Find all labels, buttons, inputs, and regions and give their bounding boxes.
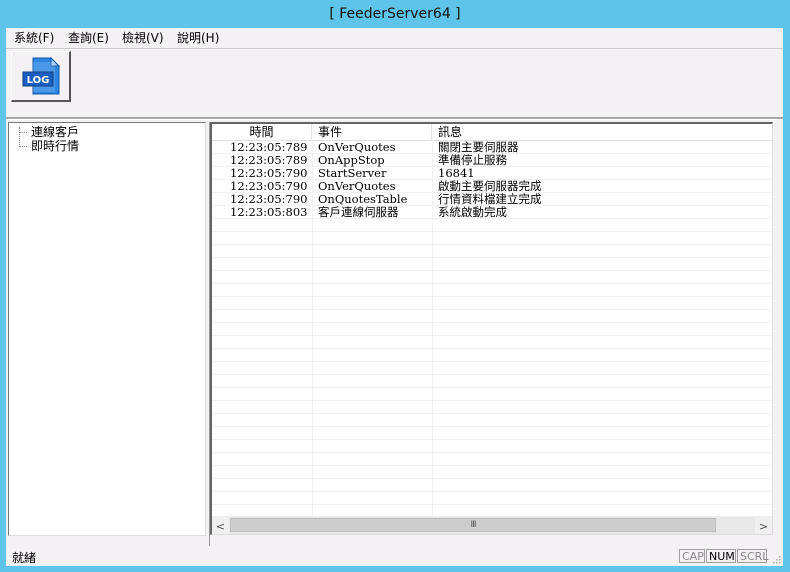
menu-bar: 系統(F) 查詢(E) 檢視(V) 說明(H) <box>6 28 783 48</box>
event-list[interactable]: 時間 事件 訊息 12:23:05:789 OnVerQuotes 關閉主要伺服… <box>210 122 773 535</box>
column-divider <box>312 141 313 517</box>
cell-message: 系統啟動完成 <box>438 205 507 219</box>
tree-connector <box>19 132 27 133</box>
menu-system[interactable]: 系統(F) <box>12 30 56 46</box>
empty-row <box>212 323 772 336</box>
list-body: 12:23:05:789 OnVerQuotes 關閉主要伺服器 12:23:0… <box>212 141 772 517</box>
empty-row <box>212 427 772 440</box>
cell-event: 客戶連線伺服器 <box>318 205 399 219</box>
status-bar: 就緒 CAP NUM SCRL <box>6 546 783 566</box>
table-row[interactable]: 12:23:05:803 客戶連線伺服器 系統啟動完成 <box>212 206 772 219</box>
column-header-message[interactable]: 訊息 <box>432 124 772 140</box>
toolbar-separator <box>6 48 783 49</box>
status-text: 就緒 <box>12 551 37 565</box>
empty-row <box>212 219 772 232</box>
column-divider <box>432 141 433 517</box>
empty-row <box>212 375 772 388</box>
empty-row <box>212 466 772 479</box>
empty-row <box>212 401 772 414</box>
empty-row <box>212 492 772 505</box>
grip-icon: III <box>470 520 477 530</box>
empty-row <box>212 414 772 427</box>
empty-row <box>212 349 772 362</box>
column-header-time[interactable]: 時間 <box>212 124 312 140</box>
scroll-left-button[interactable]: < <box>212 517 229 534</box>
empty-row <box>212 453 772 466</box>
indicator-scrl: SCRL <box>737 549 768 563</box>
empty-row <box>212 388 772 401</box>
client-area: 系統(F) 查詢(E) 檢視(V) 說明(H) LOG 連線客戶 即時行情 時間… <box>6 28 783 566</box>
log-file-icon: LOG <box>22 56 61 95</box>
empty-row <box>212 479 772 492</box>
empty-row <box>212 362 772 375</box>
resize-grip-icon[interactable] <box>771 554 781 564</box>
toolbar-bottom-border <box>6 117 783 120</box>
tree-panel[interactable]: 連線客戶 即時行情 <box>8 122 206 536</box>
log-button-label: LOG <box>27 75 50 86</box>
empty-row <box>212 284 772 297</box>
empty-row <box>212 297 772 310</box>
indicator-cap: CAP <box>679 549 705 563</box>
scroll-thumb[interactable]: III <box>230 518 716 532</box>
scroll-right-button[interactable]: > <box>755 517 772 534</box>
tree-connector <box>19 146 27 147</box>
menu-view[interactable]: 檢視(V) <box>120 30 166 46</box>
column-header-event[interactable]: 事件 <box>312 124 432 140</box>
tree-item-label: 即時行情 <box>31 139 80 153</box>
empty-row <box>212 245 772 258</box>
empty-row <box>212 232 772 245</box>
empty-row <box>212 336 772 349</box>
list-header: 時間 事件 訊息 <box>212 124 772 141</box>
menu-query[interactable]: 查詢(E) <box>66 30 111 46</box>
chevron-right-icon: > <box>758 520 769 533</box>
tree-item-realtime-quotes[interactable]: 即時行情 <box>9 139 199 153</box>
empty-row <box>212 271 772 284</box>
empty-row <box>212 258 772 271</box>
horizontal-scrollbar[interactable]: < III > <box>212 516 772 534</box>
app-window: [ FeederServer64 ] 系統(F) 查詢(E) 檢視(V) 說明(… <box>0 0 790 572</box>
empty-row <box>212 440 772 453</box>
chevron-left-icon: < <box>215 520 226 533</box>
window-title: [ FeederServer64 ] <box>329 6 461 22</box>
log-button[interactable]: LOG <box>11 51 71 102</box>
indicator-num: NUM <box>706 549 736 563</box>
tree-item-label: 連線客戶 <box>31 125 80 139</box>
menu-help[interactable]: 說明(H) <box>175 30 221 46</box>
title-bar[interactable]: [ FeederServer64 ] <box>0 0 790 28</box>
cell-time: 12:23:05:803 <box>230 205 308 219</box>
empty-row <box>212 310 772 323</box>
tree-item-clients[interactable]: 連線客戶 <box>9 125 199 139</box>
